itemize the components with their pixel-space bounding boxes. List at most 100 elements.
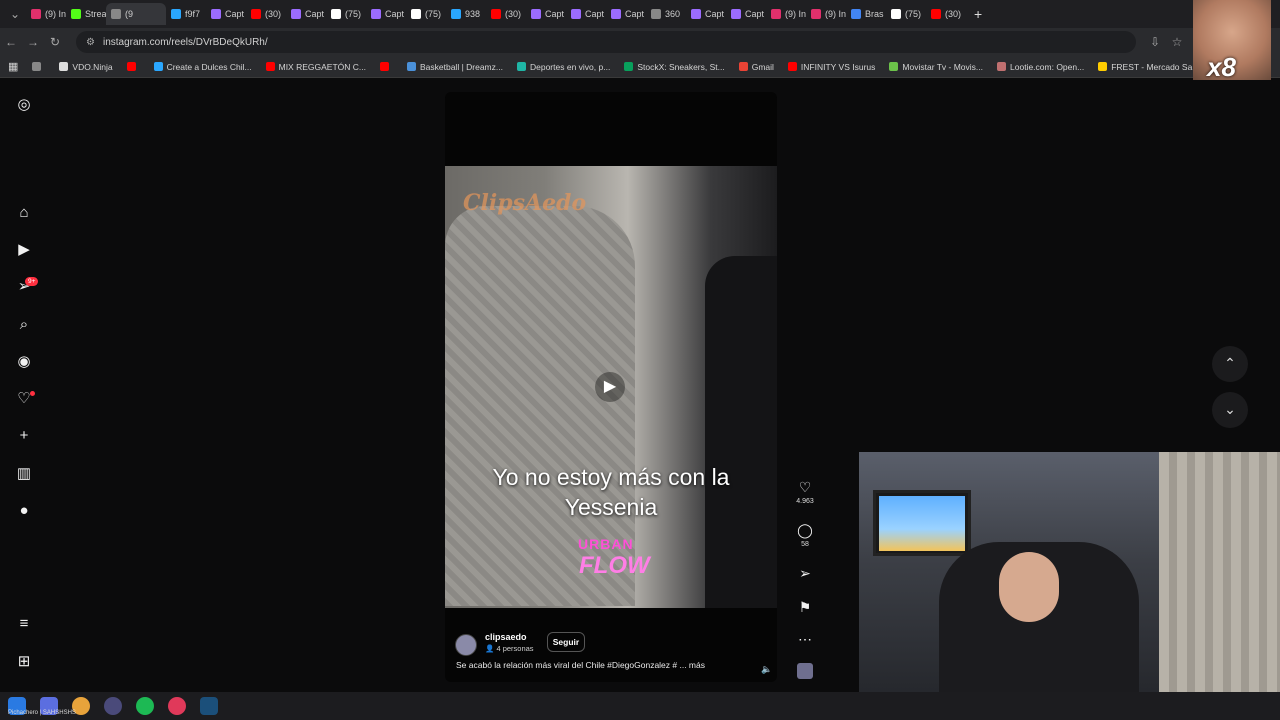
bookmark-item[interactable]: Basketball | Dreamz...	[406, 62, 503, 72]
reel-description[interactable]: Se acabó la relación más viral del Chile…	[456, 660, 705, 670]
browser-tab[interactable]: (75)	[406, 3, 446, 25]
bookmark-item[interactable]: Deportes en vivo, p...	[516, 62, 610, 72]
browser-tab[interactable]: 938	[446, 3, 486, 25]
bookmark-star-icon[interactable]: ☆	[1166, 35, 1188, 49]
browser-tab[interactable]: (30)	[486, 3, 526, 25]
app-icon[interactable]	[168, 697, 186, 715]
install-app-icon[interactable]: ⇩	[1144, 35, 1166, 49]
bookmark-favicon-icon	[624, 62, 634, 71]
save-icon[interactable]: ⚑	[793, 599, 817, 616]
spotify-icon[interactable]	[136, 697, 154, 715]
tab-favicon-icon	[811, 9, 821, 19]
browser-tab[interactable]: (30)	[246, 3, 286, 25]
browser-tab[interactable]: Capt	[206, 3, 246, 25]
bookmark-item[interactable]	[126, 62, 140, 71]
browser-tab[interactable]: (9) In	[806, 3, 846, 25]
steam-icon[interactable]	[200, 697, 218, 715]
next-reel-button[interactable]: ⌄	[1212, 392, 1248, 428]
bookmark-item[interactable]: Lootie.com: Open...	[997, 62, 1084, 72]
bookmark-item[interactable]: MIX REGGAETÓN C...	[265, 61, 366, 72]
bookmark-item[interactable]: StockX: Sneakers, St...	[624, 61, 725, 72]
bookmark-item[interactable]	[379, 62, 393, 71]
author-avatar[interactable]	[455, 634, 477, 656]
tab-label: Capt	[625, 9, 645, 19]
browser-tab[interactable]: Capt	[366, 3, 406, 25]
obs-icon[interactable]	[104, 697, 122, 715]
tab-favicon-icon	[411, 9, 421, 19]
dashboard-icon[interactable]: ▥	[14, 464, 34, 484]
browser-tab[interactable]: Bras	[846, 3, 886, 25]
forward-icon[interactable]: →	[22, 35, 44, 49]
comment-button[interactable]: ◯ 58	[793, 522, 817, 548]
search-icon[interactable]: ⌕	[14, 315, 34, 335]
bookmark-label: Movistar Tv - Movis...	[902, 61, 984, 72]
browser-tab[interactable]: (30)	[926, 3, 966, 25]
also-from-meta-icon[interactable]: ⊞	[14, 652, 34, 672]
browser-tab[interactable]: Capt	[526, 3, 566, 25]
notification-badge: 9+	[25, 277, 39, 286]
reels-icon[interactable]: ▶	[14, 240, 34, 260]
browser-tab[interactable]: (9	[106, 3, 166, 25]
author-username[interactable]: clipsaedo	[485, 632, 527, 642]
bookmark-label: StockX: Sneakers, St...	[637, 61, 725, 72]
multiplier-label: x8	[1207, 52, 1236, 82]
bookmark-item[interactable]	[32, 62, 45, 71]
bookmark-item[interactable]: FREST - Mercado Sa...	[1098, 62, 1199, 72]
audio-thumbnail[interactable]	[793, 663, 817, 682]
tab-favicon-icon	[731, 9, 741, 19]
browser-tab[interactable]: Strea	[66, 3, 106, 25]
bookmark-item[interactable]: Create a Dulces Chil...	[153, 62, 252, 72]
previous-reel-button[interactable]: ⌃	[1212, 346, 1248, 382]
bookmark-favicon-icon	[889, 62, 899, 71]
audio-icon[interactable]: 🔈	[761, 664, 772, 675]
tab-favicon-icon	[71, 9, 81, 19]
tab-favicon-icon	[331, 9, 341, 19]
reel-player[interactable]: ClipsAedo ▶ Yo no estoy más con la Yesse…	[445, 92, 777, 682]
os-taskbar	[0, 692, 1280, 720]
tab-label: (75)	[425, 9, 442, 19]
create-icon[interactable]: +	[14, 426, 34, 446]
tab-label: (9	[125, 9, 134, 19]
follow-button[interactable]: Seguir	[547, 632, 585, 652]
browser-tab[interactable]: Capt	[686, 3, 726, 25]
profile-avatar[interactable]: ●	[14, 501, 34, 521]
browser-tab[interactable]: (75)	[886, 3, 926, 25]
browser-tab[interactable]: f9f7	[166, 3, 206, 25]
apps-grid-icon[interactable]: ▦	[8, 60, 18, 73]
site-info-icon[interactable]: ⚙	[86, 37, 95, 48]
browser-tab[interactable]: (75)	[326, 3, 366, 25]
urban-flow-logo-top: URBAN	[578, 536, 634, 552]
instagram-logo-icon[interactable]: ◎	[14, 95, 34, 115]
share-icon[interactable]: ➢	[793, 565, 817, 582]
url-text: instagram.com/reels/DVrBDeQkURh/	[102, 36, 268, 48]
browser-tab[interactable]: 360	[646, 3, 686, 25]
browser-tab[interactable]: (9) In	[766, 3, 806, 25]
tab-label: Capt	[745, 9, 765, 19]
more-options-icon[interactable]: ⋯	[793, 631, 817, 648]
webcam-tv	[873, 490, 971, 556]
collab-people[interactable]: 👤 4 personas	[485, 644, 534, 653]
bookmark-label: MIX REGGAETÓN C...	[278, 61, 366, 72]
browser-tab[interactable]: Capt	[566, 3, 606, 25]
play-icon[interactable]: ▶	[595, 372, 625, 402]
browser-tab[interactable]: (9) In	[26, 3, 66, 25]
bookmark-item[interactable]: Gmail	[738, 62, 774, 72]
tab-favicon-icon	[691, 9, 701, 19]
reel-video[interactable]: ClipsAedo ▶ Yo no estoy más con la Yesse…	[445, 166, 777, 608]
reload-icon[interactable]: ↻	[44, 35, 66, 49]
back-icon[interactable]: ←	[0, 35, 22, 49]
like-button[interactable]: ♡ 4.963	[793, 479, 817, 505]
tab-label: Strea	[85, 9, 106, 19]
menu-icon[interactable]: ≡	[14, 614, 34, 634]
explore-icon[interactable]: ◉	[14, 352, 34, 372]
tab-search-icon[interactable]: ⌄	[4, 7, 26, 21]
bookmark-item[interactable]: INFINITY VS Isurus	[787, 62, 875, 72]
new-tab-button[interactable]: +	[966, 6, 990, 22]
browser-tab[interactable]: Capt	[286, 3, 326, 25]
bookmark-item[interactable]: Movistar Tv - Movis...	[889, 62, 983, 72]
browser-tab[interactable]: Capt	[606, 3, 646, 25]
home-icon[interactable]: ⌂	[14, 203, 34, 223]
browser-tab[interactable]: Capt	[726, 3, 766, 25]
url-field[interactable]: ⚙ instagram.com/reels/DVrBDeQkURh/	[76, 31, 1136, 53]
bookmark-item[interactable]: VDO.Ninja	[59, 62, 113, 72]
